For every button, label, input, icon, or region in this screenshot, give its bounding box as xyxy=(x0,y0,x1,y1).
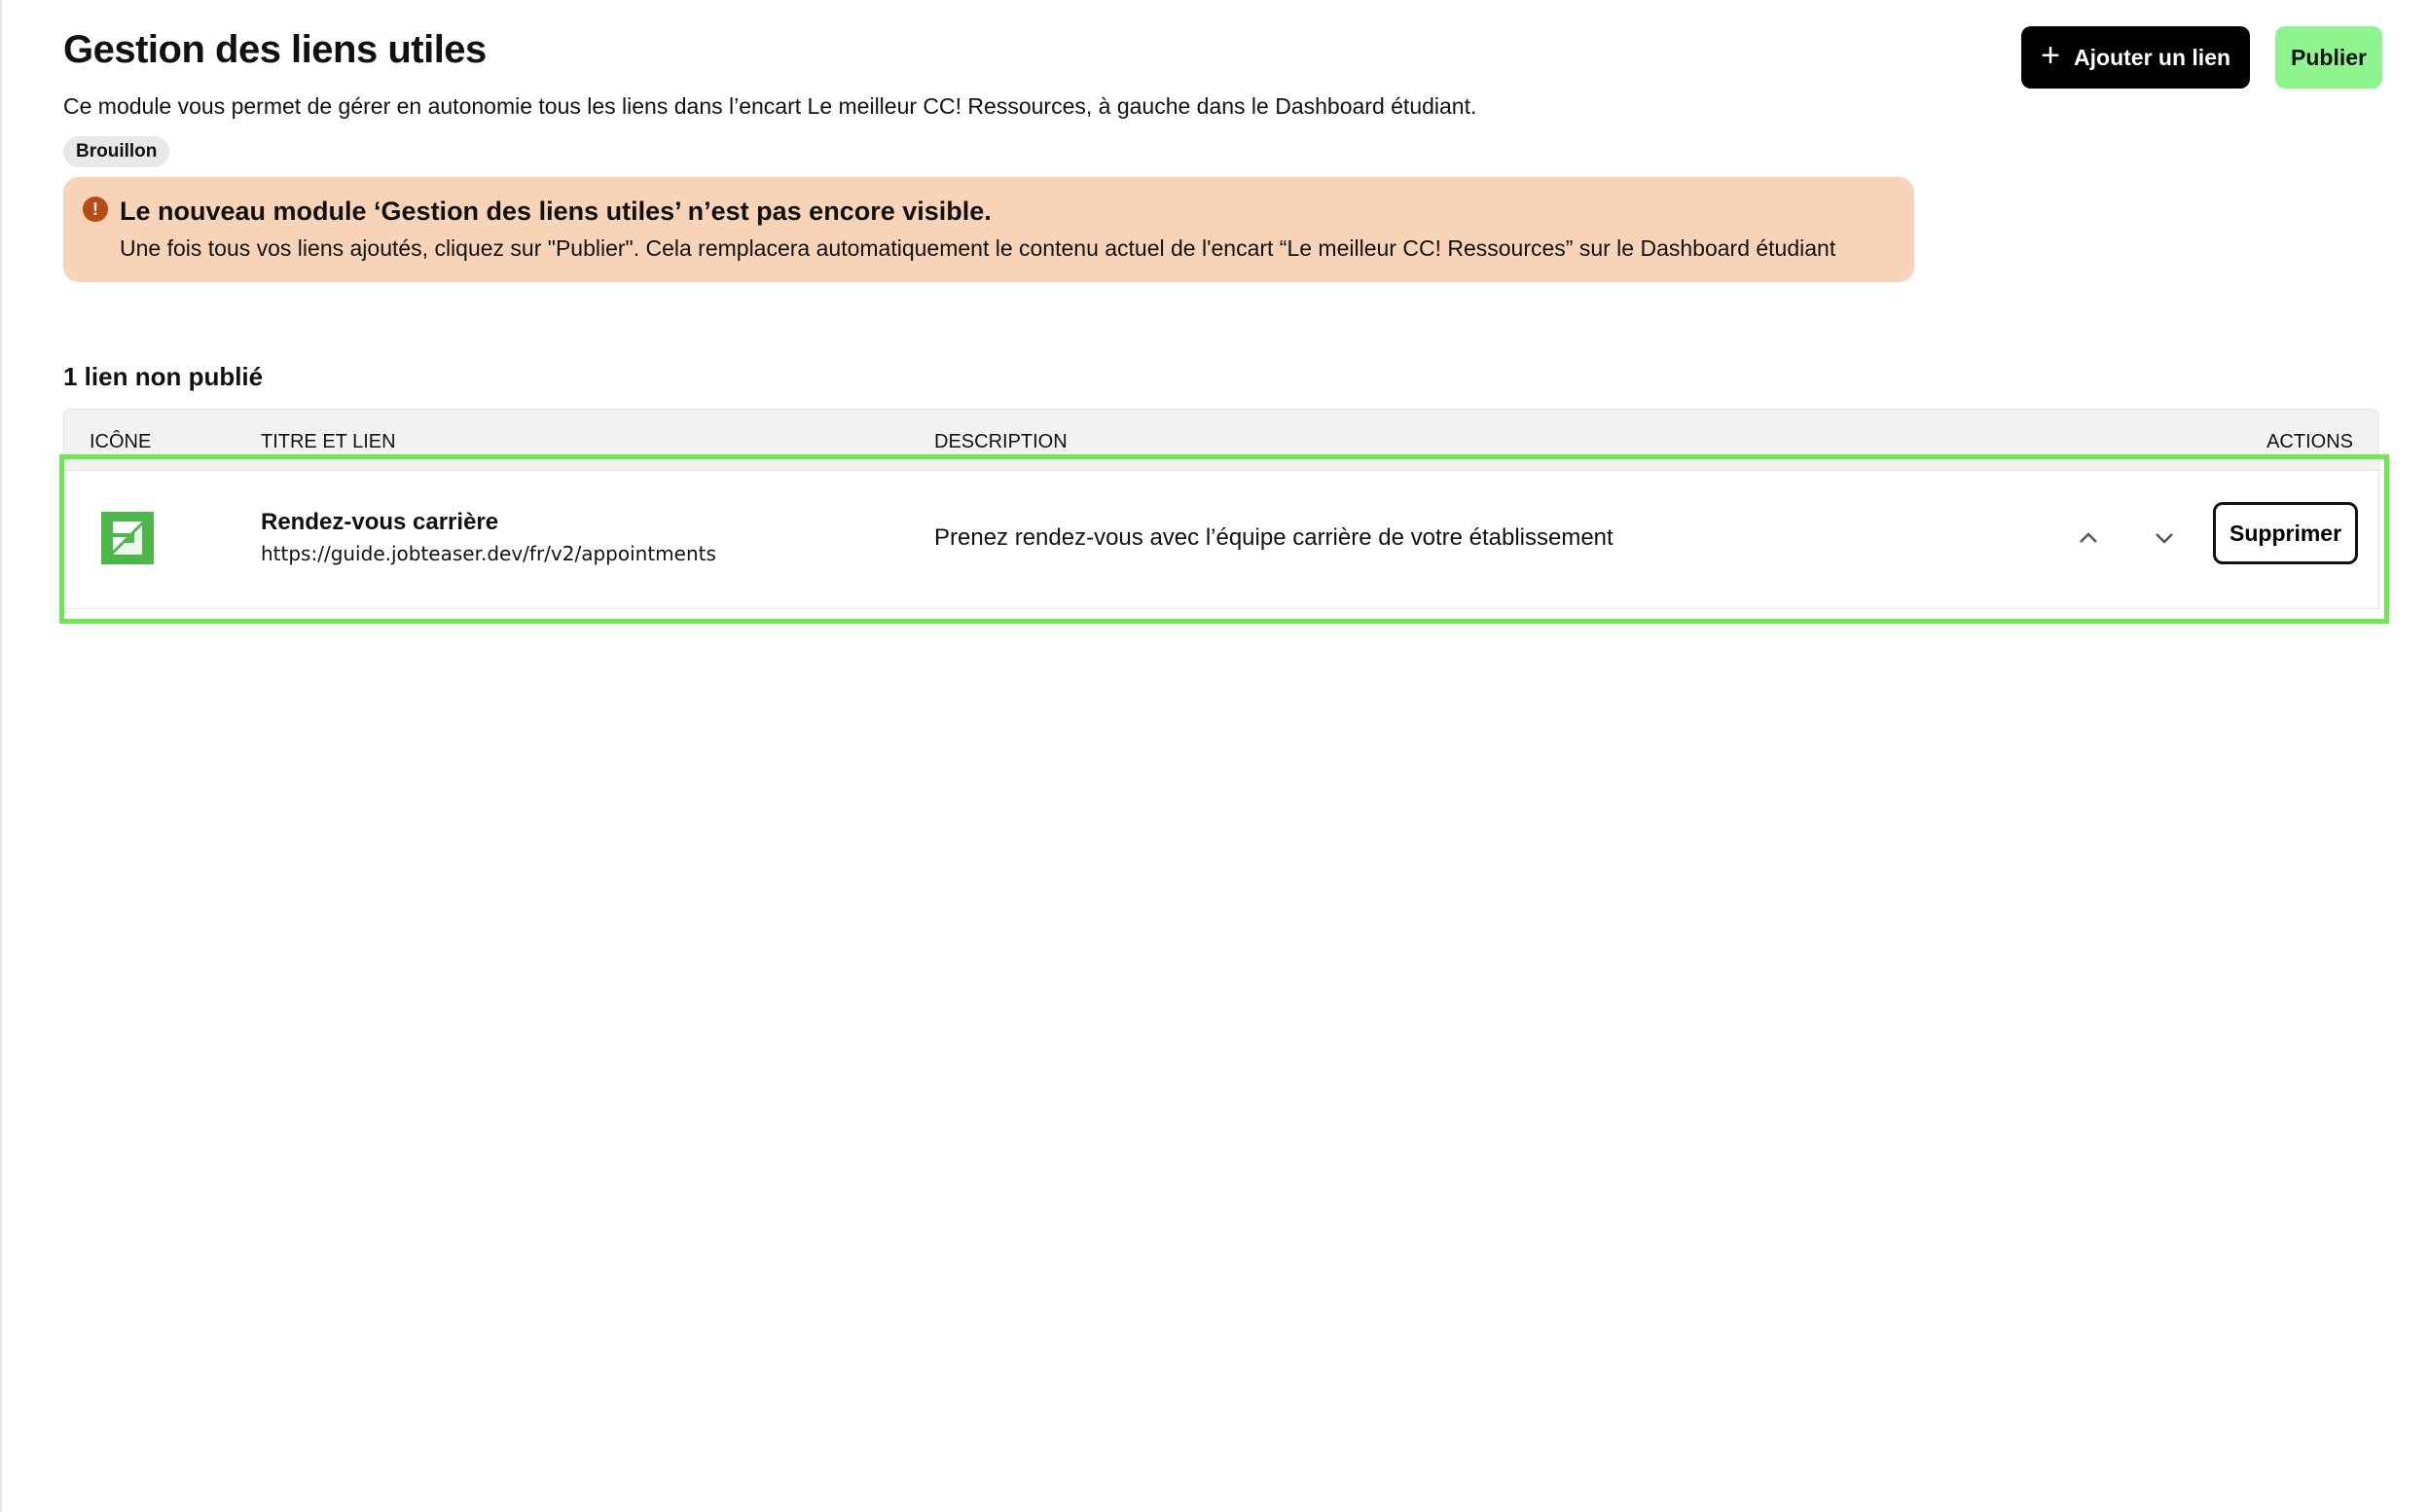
move-down-button[interactable] xyxy=(2143,517,2186,559)
exclamation-icon: ! xyxy=(83,197,108,222)
add-link-label: Ajouter un lien xyxy=(2074,44,2231,70)
column-header-icon: ICÔNE xyxy=(90,431,152,452)
links-table: ICÔNE TITRE ET LIEN DESCRIPTION ACTIONS … xyxy=(63,409,2379,609)
link-description: Prenez rendez-vous avec l’équipe carrièr… xyxy=(934,524,1613,551)
status-badge: Brouillon xyxy=(63,136,170,167)
column-header-description: DESCRIPTION xyxy=(934,431,1068,452)
link-title: Rendez-vous carrière xyxy=(261,509,499,535)
column-header-actions: ACTIONS xyxy=(2266,431,2353,452)
move-up-button[interactable] xyxy=(2067,517,2110,559)
chevron-down-icon xyxy=(2156,533,2173,544)
page-description: Ce module vous permet de gérer en autono… xyxy=(63,93,1477,119)
plus-icon: + xyxy=(2041,37,2061,74)
delete-button[interactable]: Supprimer xyxy=(2213,502,2359,564)
page-left-border xyxy=(0,0,2,1512)
add-link-button[interactable]: + Ajouter un lien xyxy=(2021,26,2251,89)
warning-alert: ! Le nouveau module ‘Gestion des liens u… xyxy=(63,177,1914,282)
alert-text: Une fois tous vos liens ajoutés, cliquez… xyxy=(120,235,1836,261)
publish-button[interactable]: Publier xyxy=(2275,26,2382,89)
chevron-up-icon xyxy=(2080,532,2097,543)
table-row: Rendez-vous carrière https://guide.jobte… xyxy=(63,471,2379,609)
link-url[interactable]: https://guide.jobteaser.dev/fr/v2/appoin… xyxy=(261,541,716,566)
unpublished-count-title: 1 lien non publié xyxy=(63,362,264,391)
alert-title: Le nouveau module ‘Gestion des liens uti… xyxy=(120,197,992,226)
table-header: ICÔNE TITRE ET LIEN DESCRIPTION ACTIONS xyxy=(63,409,2379,471)
column-header-title: TITRE ET LIEN xyxy=(261,431,396,452)
jobteaser-logo-icon xyxy=(101,512,154,564)
header-actions: + Ajouter un lien Publier xyxy=(2021,26,2382,89)
